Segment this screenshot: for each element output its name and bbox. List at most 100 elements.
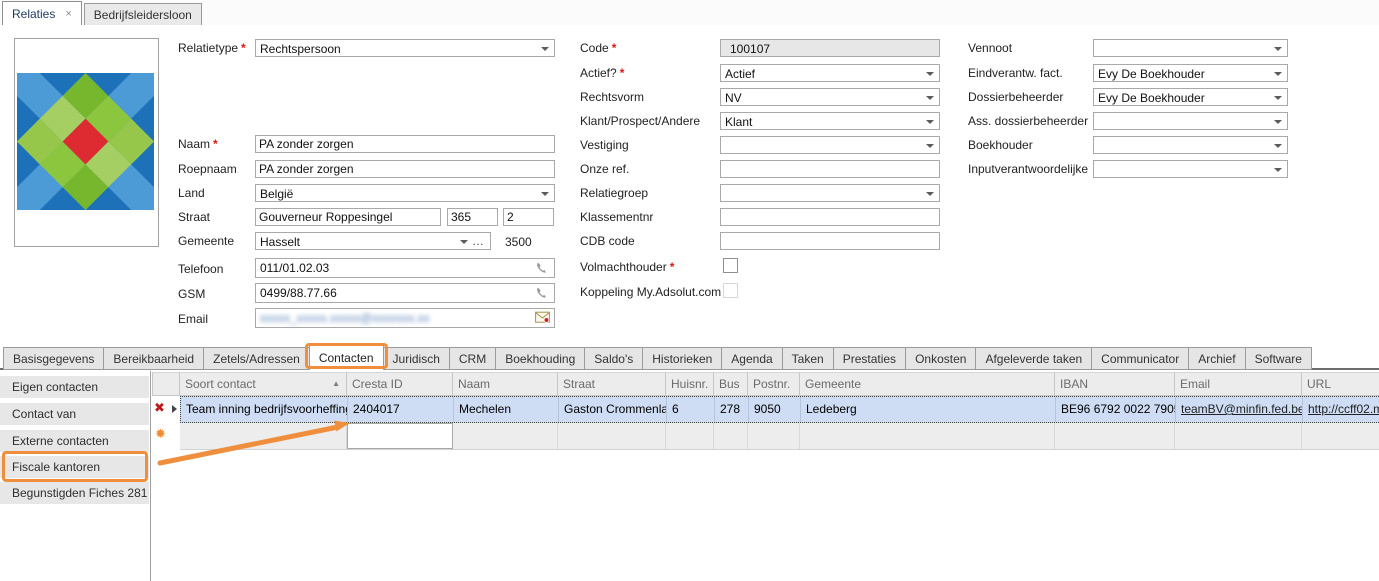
new-row-cell[interactable] [558, 423, 666, 449]
vestiging-select[interactable] [720, 136, 940, 154]
eindverantw-select[interactable]: Evy De Boekhouder [1093, 64, 1288, 82]
dropdown-arrow-icon[interactable] [541, 192, 549, 196]
tab-agenda[interactable]: Agenda [721, 347, 782, 370]
cdb_code-input[interactable] [720, 232, 940, 250]
column-header-soort-contact[interactable]: Soort contact▲ [180, 372, 347, 396]
dropdown-arrow-icon[interactable] [1274, 144, 1282, 148]
onze_ref-input[interactable] [720, 160, 940, 178]
gsm-input[interactable] [257, 285, 533, 301]
tab-crm[interactable]: CRM [449, 347, 496, 370]
cell-soort-contact[interactable]: Team inning bedrijfsvoorheffing [181, 397, 348, 422]
sidebar-item-externe-contacten[interactable]: Externe contacten [0, 430, 149, 452]
new-row-cell[interactable] [748, 423, 800, 449]
cell-email[interactable]: teamBV@minfin.fed.be [1176, 397, 1303, 422]
close-tab-icon[interactable]: × [65, 8, 71, 20]
column-header-iban[interactable]: IBAN [1055, 372, 1175, 396]
tab-archief[interactable]: Archief [1188, 347, 1245, 370]
column-header-bus[interactable]: Bus [714, 372, 748, 396]
boekhouder-select[interactable] [1093, 136, 1288, 154]
dropdown-arrow-icon[interactable] [926, 120, 934, 124]
huisnr-input[interactable] [447, 208, 498, 226]
gemeente-select[interactable]: Hasselt… [255, 232, 491, 250]
table-new-row[interactable] [180, 423, 1379, 450]
tab-afgeleverde-taken[interactable]: Afgeleverde taken [975, 347, 1092, 370]
cell-iban[interactable]: BE96 6792 0022 7905 [1056, 397, 1176, 422]
klant_prospect-select[interactable]: Klant [720, 112, 940, 130]
cell-bus[interactable]: 278 [715, 397, 749, 422]
cell-postnr[interactable]: 9050 [749, 397, 801, 422]
telefoon-input[interactable] [257, 260, 533, 276]
new-row-cell[interactable] [800, 423, 1055, 449]
klassementnr-input[interactable] [720, 208, 940, 226]
cell-url[interactable]: http://ccff02.m [1303, 397, 1379, 422]
relatiegroep-select[interactable] [720, 184, 940, 202]
tab-juridisch[interactable]: Juridisch [383, 347, 450, 370]
tab-software[interactable]: Software [1245, 347, 1312, 370]
column-header-postnr[interactable]: Postnr. [748, 372, 800, 396]
naam-input[interactable] [255, 135, 555, 153]
new-row-cell[interactable] [453, 423, 558, 449]
table-row-selected[interactable]: Team inning bedrijfsvoorheffing2404017Me… [180, 396, 1379, 423]
dropdown-arrow-icon[interactable] [1274, 96, 1282, 100]
dropdown-arrow-icon[interactable] [926, 144, 934, 148]
send-email-icon[interactable] [535, 311, 551, 326]
straat-input[interactable] [255, 208, 441, 226]
roepnaam-input[interactable] [255, 160, 555, 178]
relation-photo-box[interactable] [14, 38, 159, 247]
column-header-url[interactable]: URL [1302, 372, 1379, 396]
sidebar-item-contact-van[interactable]: Contact van [0, 403, 149, 425]
new-row-cell[interactable] [1302, 423, 1379, 449]
rechtsvorm-select[interactable]: NV [720, 88, 940, 106]
koppeling-checkbox[interactable] [723, 283, 738, 298]
column-header-straat[interactable]: Straat [558, 372, 666, 396]
more-options-button[interactable]: … [472, 234, 485, 248]
new-row-edit-cell[interactable] [347, 423, 453, 449]
dropdown-arrow-icon[interactable] [1274, 72, 1282, 76]
cell-straat[interactable]: Gaston Crommenlaan [559, 397, 667, 422]
new-row-cell[interactable] [666, 423, 714, 449]
tab-zetels-adressen[interactable]: Zetels/Adressen [203, 347, 310, 370]
new-row-cell[interactable] [1055, 423, 1175, 449]
cell-huisnr[interactable]: 6 [667, 397, 715, 422]
phone-icon[interactable] [535, 261, 551, 276]
tab-bedrijfsleidersloon[interactable]: Bedrijfsleidersloon [84, 3, 202, 25]
dropdown-arrow-icon[interactable] [926, 72, 934, 76]
tab-saldo-s[interactable]: Saldo's [584, 347, 643, 370]
cell-gemeente[interactable]: Ledeberg [801, 397, 1056, 422]
dropdown-arrow-icon[interactable] [926, 96, 934, 100]
new-row-cell[interactable] [714, 423, 748, 449]
column-header-email[interactable]: Email [1175, 372, 1302, 396]
tab-onkosten[interactable]: Onkosten [905, 347, 976, 370]
volmachthouder-checkbox[interactable] [723, 258, 738, 273]
tab-basisgegevens[interactable]: Basisgegevens [3, 347, 104, 370]
phone-icon[interactable] [535, 286, 551, 301]
cell-naam[interactable]: Mechelen [454, 397, 559, 422]
tab-communicator[interactable]: Communicator [1091, 347, 1189, 370]
column-header-huisnr[interactable]: Huisnr. [666, 372, 714, 396]
dropdown-arrow-icon[interactable] [926, 192, 934, 196]
column-header-naam[interactable]: Naam [453, 372, 558, 396]
inputverantwoordelijke-select[interactable] [1093, 160, 1288, 178]
dropdown-arrow-icon[interactable] [460, 240, 468, 244]
new-row-cell[interactable] [180, 423, 347, 449]
relatietype-select[interactable]: Rechtspersoon [255, 39, 555, 57]
tab-historieken[interactable]: Historieken [642, 347, 722, 370]
tab-contacten[interactable]: Contacten [309, 344, 384, 370]
vennoot-select[interactable] [1093, 39, 1288, 57]
delete-row-icon[interactable]: ✖ [154, 401, 165, 416]
dropdown-arrow-icon[interactable] [1274, 120, 1282, 124]
tab-taken[interactable]: Taken [782, 347, 834, 370]
sidebar-item-fiscale-kantoren[interactable]: Fiscale kantoren [0, 456, 149, 478]
tab-prestaties[interactable]: Prestaties [833, 347, 906, 370]
dropdown-arrow-icon[interactable] [541, 47, 549, 51]
bus-input[interactable] [503, 208, 554, 226]
ass_dossierbeheerder-select[interactable] [1093, 112, 1288, 130]
tab-boekhouding[interactable]: Boekhouding [495, 347, 585, 370]
tab-bereikbaarheid[interactable]: Bereikbaarheid [103, 347, 204, 370]
column-header-cresta-id[interactable]: Cresta ID [347, 372, 453, 396]
land-select[interactable]: België [255, 184, 555, 202]
new-row-icon[interactable]: ✹ [155, 427, 166, 442]
dossierbeheerder-select[interactable]: Evy De Boekhouder [1093, 88, 1288, 106]
dropdown-arrow-icon[interactable] [1274, 168, 1282, 172]
sidebar-item-eigen-contacten[interactable]: Eigen contacten [0, 376, 149, 398]
